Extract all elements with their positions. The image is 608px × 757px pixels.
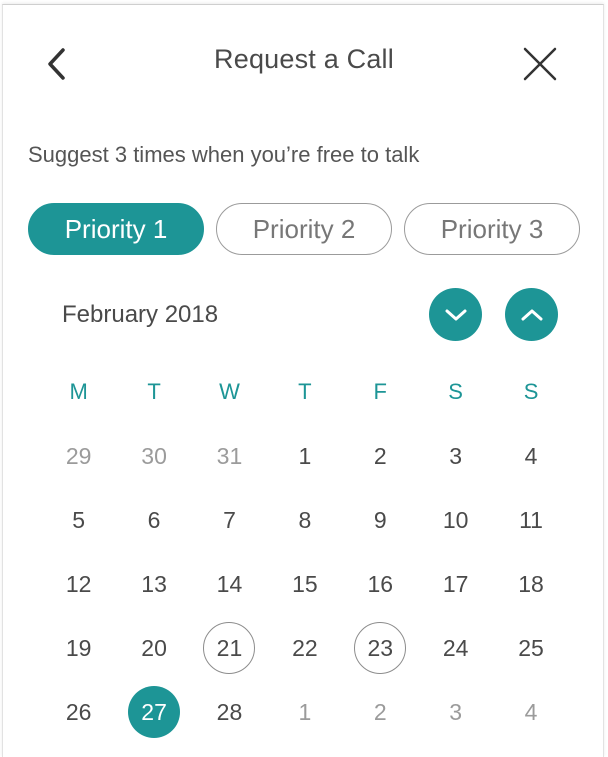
day-number: 8 (298, 506, 312, 533)
calendar-day[interactable]: 20 (116, 616, 191, 680)
day-number: 21 (203, 622, 256, 674)
calendar-day[interactable]: 2 (343, 680, 418, 744)
day-number: 2 (373, 442, 387, 469)
suggested-day[interactable]: 21 (192, 616, 267, 680)
day-number: 31 (216, 442, 243, 469)
day-number: 26 (65, 698, 92, 725)
suggested-day[interactable]: 23 (343, 616, 418, 680)
calendar-day[interactable]: 13 (116, 552, 191, 616)
chevron-up-icon (521, 309, 542, 320)
day-number: 19 (65, 634, 92, 661)
calendar-day[interactable]: 18 (493, 552, 568, 616)
weekday-header-row: MTWTFSS (41, 360, 569, 424)
calendar-day[interactable]: 1 (267, 424, 342, 488)
day-number: 9 (373, 506, 387, 533)
day-number: 20 (141, 634, 167, 661)
calendar-day[interactable]: 15 (267, 552, 342, 616)
day-number: 3 (449, 698, 463, 725)
calendar-day[interactable]: 4 (493, 424, 568, 488)
day-number: 15 (292, 570, 318, 597)
calendar-week-row: 26 27 28 1 2 3 4 (41, 680, 569, 744)
calendar-week-row: 12 13 14 15 16 17 18 (41, 552, 569, 616)
page-title: Request a Call (214, 44, 394, 74)
day-number: 2 (373, 698, 387, 725)
calendar-weeks: 29 30 31 1 2 3 4 5 6 7 8 9 10 11 12 13 14 15 16 17 18 19 20 21 2… (41, 424, 569, 744)
calendar-day[interactable]: 17 (418, 552, 493, 616)
calendar-day[interactable]: 22 (267, 616, 342, 680)
calendar-day[interactable]: 2 (343, 424, 418, 488)
day-number: 30 (141, 442, 167, 469)
previous-month-button[interactable] (505, 288, 558, 341)
close-icon (523, 47, 557, 81)
calendar-day[interactable]: 3 (418, 424, 493, 488)
calendar-week-row: 29 30 31 1 2 3 4 (41, 424, 569, 488)
calendar-week-row: 19 20 21 22 23 24 25 (41, 616, 569, 680)
calendar-day[interactable]: 10 (418, 488, 493, 552)
priority-1-tab[interactable]: Priority 1 (28, 203, 204, 255)
day-number: 1 (298, 698, 312, 725)
calendar-day[interactable]: 14 (192, 552, 267, 616)
calendar-day[interactable]: 29 (41, 424, 116, 488)
day-number: 3 (449, 442, 463, 469)
day-number: 7 (223, 506, 236, 533)
day-number: 10 (442, 506, 469, 533)
day-number: 24 (442, 634, 469, 661)
day-number: 22 (292, 634, 318, 661)
weekday-label: T (147, 379, 161, 404)
month-label: February 2018 (62, 301, 219, 328)
day-number: 27 (128, 686, 181, 738)
calendar-day[interactable]: 26 (41, 680, 116, 744)
calendar-day[interactable]: 19 (41, 616, 116, 680)
day-number: 1 (298, 442, 312, 469)
calendar-day[interactable]: 5 (41, 488, 116, 552)
priority-tabs: Priority 1 Priority 2 Priority 3 (28, 203, 580, 257)
next-month-button[interactable] (429, 288, 482, 341)
day-number: 16 (367, 570, 394, 597)
calendar-day[interactable]: 7 (192, 488, 267, 552)
weekday-label: S (448, 379, 463, 404)
calendar-grid: MTWTFSS 29 30 31 1 2 3 4 5 6 7 8 9 10 11 12 13 14 15 16 17 1… (41, 360, 569, 744)
selected-day[interactable]: 27 (116, 680, 191, 744)
day-number: 25 (518, 634, 544, 661)
priority-2-tab[interactable]: Priority 2 (216, 203, 392, 255)
calendar-day[interactable]: 30 (116, 424, 191, 488)
calendar-day[interactable]: 3 (418, 680, 493, 744)
calendar-day[interactable]: 12 (41, 552, 116, 616)
day-number: 29 (65, 442, 92, 469)
calendar-day[interactable]: 11 (493, 488, 568, 552)
weekday-label: S (523, 379, 539, 404)
day-number: 14 (216, 570, 243, 597)
calendar-day[interactable]: 16 (343, 552, 418, 616)
day-number: 11 (519, 506, 543, 533)
calendar-day[interactable]: 8 (267, 488, 342, 552)
calendar-day[interactable]: 24 (418, 616, 493, 680)
day-number: 12 (65, 570, 92, 597)
instructions-text: Suggest 3 times when you’re free to talk (28, 142, 420, 167)
weekday-label: T (298, 379, 312, 404)
day-number: 18 (518, 570, 544, 597)
chevron-down-icon (445, 309, 466, 320)
day-number: 4 (524, 442, 538, 469)
priority-3-tab[interactable]: Priority 3 (404, 203, 580, 255)
calendar-day[interactable]: 1 (267, 680, 342, 744)
day-number: 13 (141, 570, 167, 597)
day-number: 5 (72, 506, 86, 533)
calendar-day[interactable]: 25 (493, 616, 568, 680)
calendar-day[interactable]: 4 (493, 680, 568, 744)
day-number: 23 (354, 622, 407, 674)
calendar-day[interactable]: 6 (116, 488, 191, 552)
weekday-label: W (219, 379, 240, 404)
header: Request a Call (0, 0, 608, 128)
weekday-label: M (69, 379, 88, 404)
weekday-label: F (373, 379, 387, 404)
calendar-day[interactable]: 9 (343, 488, 418, 552)
day-number: 4 (524, 698, 538, 725)
calendar-week-row: 5 6 7 8 9 10 11 (41, 488, 569, 552)
calendar-day[interactable]: 28 (192, 680, 267, 744)
calendar-day[interactable]: 31 (192, 424, 267, 488)
day-number: 6 (147, 506, 161, 533)
close-button[interactable] (518, 42, 562, 86)
day-number: 28 (216, 698, 243, 725)
day-number: 17 (442, 570, 469, 597)
